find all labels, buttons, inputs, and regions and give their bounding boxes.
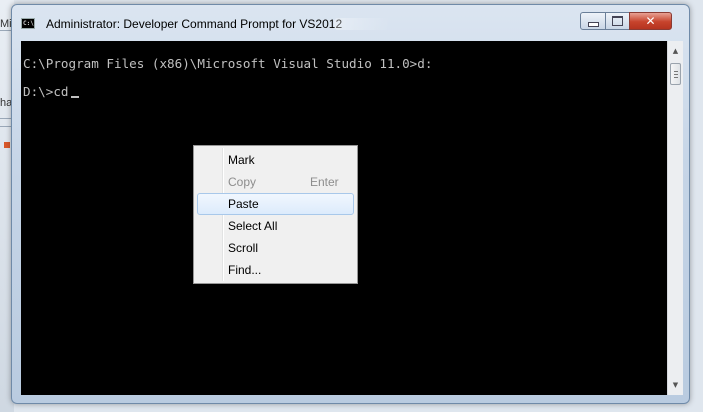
menu-item-scroll[interactable]: Scroll <box>197 237 354 259</box>
background-app-icon <box>4 142 10 148</box>
vertical-scrollbar[interactable]: ▲ ▼ <box>667 41 683 395</box>
scroll-down-arrow-icon[interactable]: ▼ <box>668 377 683 392</box>
menu-item-label: Paste <box>228 197 259 211</box>
menu-item-copy[interactable]: Copy Enter <box>197 171 354 193</box>
minimize-icon <box>587 21 599 27</box>
menu-item-label: Find... <box>228 263 262 277</box>
console-prompt-line: D:\>cd <box>23 85 79 99</box>
cmd-icon[interactable]: C:\ <box>21 18 35 29</box>
console-line: C:\Program Files (x86)\Microsoft Visual … <box>23 56 433 71</box>
minimize-button[interactable] <box>580 12 606 30</box>
title-glow <box>334 18 390 30</box>
caption-buttons: ✕ <box>580 12 672 31</box>
close-button[interactable]: ✕ <box>629 12 672 30</box>
menu-item-label: Scroll <box>228 241 259 255</box>
menu-item-shortcut: Enter <box>310 175 339 189</box>
grip-icon <box>674 77 678 78</box>
context-menu: Mark Copy Enter Paste Select All Scroll … <box>193 145 358 284</box>
menu-item-mark[interactable]: Mark <box>197 149 354 171</box>
scroll-up-arrow-icon[interactable]: ▲ <box>668 43 683 58</box>
title-bar[interactable]: C:\ Administrator: Developer Command Pro… <box>12 5 689 37</box>
close-icon: ✕ <box>645 14 656 28</box>
grip-icon <box>674 74 678 75</box>
menu-item-paste[interactable]: Paste <box>197 193 354 215</box>
maximize-button[interactable] <box>605 12 630 30</box>
grip-icon <box>674 71 678 72</box>
menu-item-label: Mark <box>228 153 255 167</box>
menu-item-select-all[interactable]: Select All <box>197 215 354 237</box>
menu-item-label: Copy <box>228 175 257 189</box>
scrollbar-thumb[interactable] <box>670 63 681 85</box>
maximize-icon <box>612 16 623 26</box>
text-cursor <box>70 96 79 98</box>
menu-item-find[interactable]: Find... <box>197 259 354 281</box>
menu-item-label: Select All <box>228 219 278 233</box>
window-title: Administrator: Developer Command Prompt … <box>46 17 343 31</box>
console-input-text: D:\>cd <box>23 84 69 99</box>
